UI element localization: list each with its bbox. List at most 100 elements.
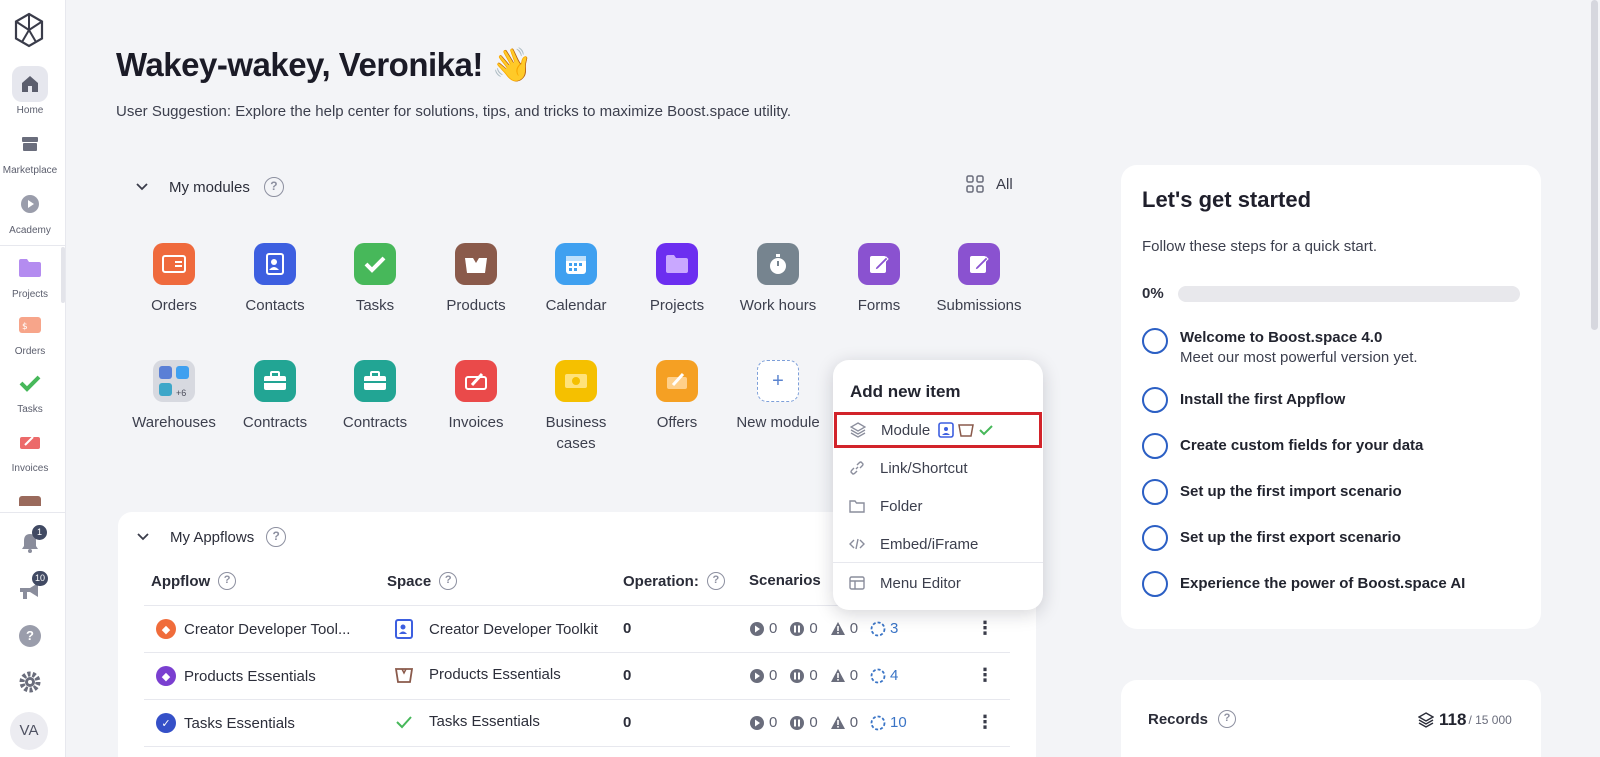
step-checkbox[interactable] <box>1142 387 1168 413</box>
step-title: Install the first Appflow <box>1180 391 1346 408</box>
menu-item-label: Embed/iFrame <box>880 535 979 553</box>
module-invoices[interactable]: Invoices <box>426 360 526 433</box>
settings-button[interactable] <box>18 670 42 699</box>
total-scenarios[interactable]: 4 <box>890 667 898 684</box>
menu-item-label: Folder <box>880 497 923 515</box>
layers-icon <box>850 422 866 438</box>
step-item[interactable]: Create custom fields for your data <box>1142 433 1423 459</box>
step-checkbox[interactable] <box>1142 479 1168 505</box>
column-header-space[interactable]: Space? <box>387 572 458 590</box>
all-modules-button[interactable]: All <box>966 175 1013 193</box>
space-cell: Products Essentials <box>395 666 561 683</box>
module-calendar[interactable]: Calendar <box>526 243 626 316</box>
column-header-operations[interactable]: Operation:? <box>623 572 725 590</box>
new-module-button[interactable]: + New module <box>728 360 828 433</box>
step-item[interactable]: Welcome to Boost.space 4.0 Meet our most … <box>1142 328 1418 368</box>
products-icon[interactable] <box>18 494 42 506</box>
sidebar-scrollbar[interactable] <box>61 247 65 303</box>
avatar[interactable]: VA <box>10 712 48 750</box>
row-divider <box>144 652 1010 653</box>
sidebar-item-label: Marketplace <box>2 165 58 176</box>
module-offers[interactable]: Offers <box>627 360 727 433</box>
sidebar-item-tasks[interactable]: Tasks <box>0 365 60 415</box>
module-projects[interactable]: Projects <box>627 243 727 316</box>
help-icon[interactable]: ? <box>1218 710 1237 728</box>
column-header-appflow[interactable]: Appflow? <box>151 572 237 590</box>
table-row[interactable]: ◆ Products Essentials <box>156 666 316 686</box>
module-business-cases[interactable]: Business cases <box>526 360 626 454</box>
step-item[interactable]: Set up the first export scenario <box>1142 525 1401 551</box>
help-icon[interactable]: ? <box>19 625 41 647</box>
step-item[interactable]: Set up the first import scenario <box>1142 479 1402 505</box>
check-icon <box>12 365 48 401</box>
invoice-icon <box>455 360 497 402</box>
progress-label: 0% <box>1142 285 1164 302</box>
sidebar-item-projects[interactable]: Projects <box>0 250 60 300</box>
boost-logo-icon[interactable] <box>13 12 45 48</box>
module-label: Contacts <box>245 297 305 314</box>
sidebar-item-label: Academy <box>9 225 51 236</box>
step-item[interactable]: Experience the power of Boost.space AI <box>1142 571 1465 597</box>
paused-count: 0 <box>809 714 818 731</box>
table-row[interactable]: ✓ Tasks Essentials <box>156 713 295 733</box>
help-icon[interactable]: ? <box>218 572 237 590</box>
appflows-section-header: My Appflows ? <box>136 527 287 547</box>
menu-item-folder[interactable]: Folder <box>833 488 1043 524</box>
module-work-hours[interactable]: Work hours <box>728 243 828 316</box>
sidebar-item-home[interactable]: Home <box>0 66 60 116</box>
step-checkbox[interactable] <box>1142 433 1168 459</box>
step-checkbox[interactable] <box>1142 571 1168 597</box>
step-item[interactable]: Install the first Appflow <box>1142 387 1345 413</box>
module-label: Submissions <box>936 297 1022 314</box>
modules-section-header: My modules ? <box>135 177 284 197</box>
appflow-icon: ✓ <box>156 713 176 733</box>
sidebar-item-orders[interactable]: $ Orders <box>0 307 60 357</box>
module-products[interactable]: Products <box>426 243 526 316</box>
sidebar-item-invoices[interactable]: Invoices <box>0 424 60 474</box>
column-label: Appflow <box>151 572 211 590</box>
menu-item-module[interactable]: Module <box>834 412 1042 448</box>
sidebar-item-marketplace[interactable]: Marketplace <box>0 126 60 176</box>
contacts-icon <box>254 243 296 285</box>
module-contracts-2[interactable]: Contracts <box>325 360 425 433</box>
row-menu-button[interactable]: ⋮ <box>976 712 994 733</box>
module-orders[interactable]: Orders <box>124 243 224 316</box>
module-forms[interactable]: Forms <box>829 243 929 316</box>
sidebar-divider <box>0 512 66 513</box>
menu-item-link[interactable]: Link/Shortcut <box>833 450 1043 486</box>
orders-icon: $ <box>12 307 48 343</box>
step-checkbox[interactable] <box>1142 525 1168 551</box>
total-scenarios[interactable]: 3 <box>890 620 898 637</box>
box-icon <box>395 667 413 683</box>
row-menu-button[interactable]: ⋮ <box>976 665 994 686</box>
module-contracts[interactable]: Contracts <box>225 360 325 433</box>
progress-bar <box>1178 286 1520 302</box>
sidebar-item-academy[interactable]: Academy <box>0 186 60 236</box>
module-submissions[interactable]: Submissions <box>929 243 1029 316</box>
menu-item-label: Module <box>881 421 931 439</box>
chevron-down-icon[interactable] <box>136 530 150 544</box>
chevron-down-icon[interactable] <box>135 180 149 194</box>
total-scenarios[interactable]: 10 <box>890 714 907 731</box>
module-tasks[interactable]: Tasks <box>325 243 425 316</box>
module-label: Products <box>446 297 506 314</box>
warning-icon <box>830 715 845 729</box>
table-row[interactable]: ◆ Creator Developer Tool... <box>156 619 350 639</box>
page-scrollbar[interactable] <box>1591 0 1598 330</box>
folder-icon <box>12 250 48 286</box>
column-label: Scenarios <box>749 572 821 589</box>
menu-item-menu-editor[interactable]: Menu Editor <box>833 565 1043 601</box>
column-header-scenarios[interactable]: Scenarios <box>749 572 821 589</box>
help-icon[interactable]: ? <box>263 177 284 197</box>
menu-item-embed[interactable]: Embed/iFrame <box>833 526 1043 562</box>
step-title: Set up the first import scenario <box>1180 483 1402 500</box>
step-checkbox[interactable] <box>1142 328 1168 354</box>
sidebar: Home Marketplace Academy Projects $ Orde… <box>0 0 66 757</box>
row-menu-button[interactable]: ⋮ <box>976 618 994 639</box>
module-warehouses[interactable]: +6 Warehouses <box>124 360 224 433</box>
help-icon[interactable]: ? <box>706 572 725 590</box>
help-icon[interactable]: ? <box>439 572 458 590</box>
module-contacts[interactable]: Contacts <box>225 243 325 316</box>
help-icon[interactable]: ? <box>266 527 287 547</box>
pause-circle-icon <box>790 715 805 730</box>
